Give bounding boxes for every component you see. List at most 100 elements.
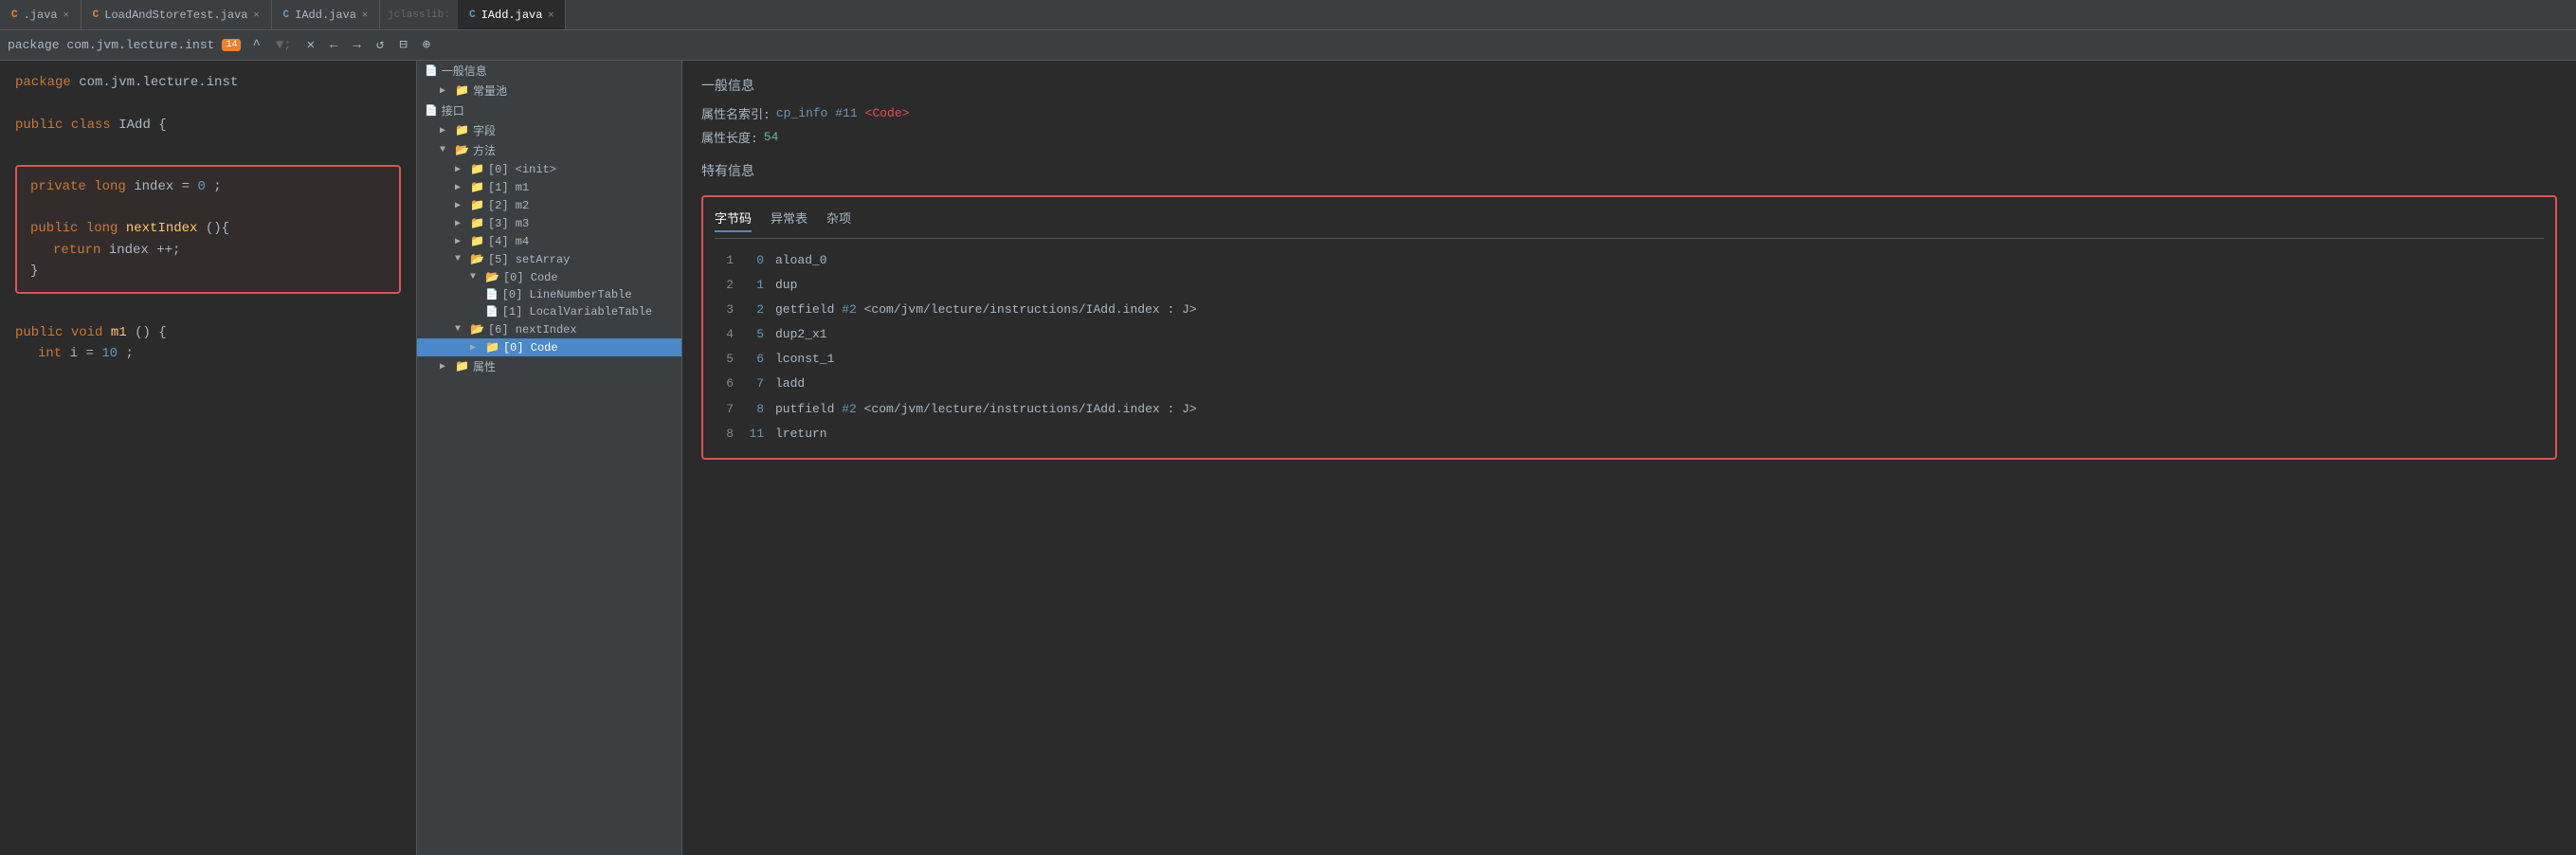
bc-instruction: getfield — [775, 300, 842, 320]
tab-loadandstore[interactable]: C LoadAndStoreTest.java ✕ — [82, 0, 272, 29]
folder-icon: 📂 — [485, 270, 499, 284]
folder-icon: 📁 — [455, 123, 469, 137]
attr-name-link[interactable]: cp_info #11 — [776, 106, 858, 120]
kw-public2: public — [30, 221, 78, 236]
tab-bytecode[interactable]: 字节码 — [715, 209, 752, 232]
tab-iadd-java[interactable]: C IAdd.java ✕ — [272, 0, 380, 29]
folder-icon: 📁 — [470, 162, 484, 176]
arrow-icon: ▼ — [455, 254, 466, 264]
code-line-class: public class IAdd { — [15, 115, 401, 136]
file-icon: 📄 — [425, 104, 438, 118]
bc-offset: 1 — [741, 275, 764, 296]
tree-item-fields[interactable]: ▶ 📁 字段 — [417, 120, 681, 140]
arrow-icon: ▶ — [455, 164, 466, 175]
arrow-up-btn[interactable]: ^ — [248, 36, 263, 55]
tree-item-m4[interactable]: ▶ 📁 [4] m4 — [417, 232, 681, 250]
attr-length-value: 54 — [764, 130, 779, 144]
folder-icon: 📁 — [470, 180, 484, 194]
tab-close[interactable]: ✕ — [63, 9, 69, 21]
tree-item-localvar[interactable]: 📄 [1] LocalVariableTable — [417, 303, 681, 320]
tab-close[interactable]: ✕ — [254, 9, 260, 21]
tab-misc[interactable]: 杂项 — [826, 209, 851, 232]
refresh-btn[interactable]: ↺ — [372, 35, 388, 55]
code-paren: (){ — [206, 221, 229, 236]
forward-btn[interactable]: → — [350, 36, 365, 55]
file-icon: 📄 — [485, 305, 499, 318]
tree-item-interface[interactable]: 📄 接口 — [417, 100, 681, 120]
tab-separator: jclasslib: — [380, 9, 458, 21]
attr-name-row: 属性名索引: cp_info #11 <Code> — [701, 104, 2557, 122]
tree-item-label: [1] m1 — [488, 181, 529, 194]
package-text: package com.jvm.lecture.inst — [8, 38, 214, 52]
var-index: index — [134, 179, 181, 194]
tree-item-m1[interactable]: ▶ 📁 [1] m1 — [417, 178, 681, 196]
tab-iadd-jclasslib[interactable]: C IAdd.java ✕ — [458, 0, 566, 29]
bc-ref[interactable]: #2 — [842, 399, 857, 420]
tree-item-m3[interactable]: ▶ 📁 [3] m3 — [417, 214, 681, 232]
tree-item-nextindex[interactable]: ▼ 📂 [6] nextIndex — [417, 320, 681, 338]
code-content: package com.jvm.lecture.inst public clas… — [0, 61, 416, 376]
code-line-package: package com.jvm.lecture.inst — [15, 72, 401, 93]
keyword-public: public — [15, 118, 63, 133]
bc-offset: 8 — [741, 399, 764, 420]
tree-item-constpool[interactable]: ▶ 📁 常量池 — [417, 81, 681, 100]
specific-info-title: 特有信息 — [701, 161, 2557, 180]
bc-ref[interactable]: #2 — [842, 300, 857, 320]
tree-item-linenumber[interactable]: 📄 [0] LineNumberTable — [417, 286, 681, 303]
close-btn[interactable]: ✕ — [303, 35, 318, 55]
tree-item-setarray-code[interactable]: ▼ 📂 [0] Code — [417, 268, 681, 286]
tree-item-label: 属性 — [473, 358, 496, 374]
bc-line-num: 4 — [715, 324, 734, 345]
code-line-method-sig: public long nextIndex (){ — [30, 218, 386, 239]
code-eq: = — [85, 346, 101, 361]
bc-row-5: 6 7 ladd — [715, 372, 2544, 396]
tree-item-init[interactable]: ▶ 📁 [0] <init> — [417, 160, 681, 178]
file-icon: 📄 — [485, 288, 499, 301]
bc-instruction: aload_0 — [775, 250, 827, 271]
tree-item-label: [0] Code — [503, 341, 558, 355]
arrow-icon: ▶ — [440, 85, 451, 97]
arrow-icon: ▶ — [440, 361, 451, 373]
bc-row-6: 7 8 putfield #2 <com/jvm/lecture/instruc… — [715, 397, 2544, 422]
bc-row-3: 4 5 dup2_x1 — [715, 322, 2544, 347]
tree-item-methods[interactable]: ▼ 📂 方法 — [417, 140, 681, 160]
back-btn[interactable]: ← — [326, 36, 341, 55]
fn-nextindex: nextIndex — [126, 221, 198, 236]
bc-row-1: 2 1 dup — [715, 273, 2544, 298]
bytecode-tabs: 字节码 异常表 杂项 — [715, 209, 2544, 239]
tree-item-attributes[interactable]: ▶ 📁 属性 — [417, 356, 681, 376]
tab-java-unnamed[interactable]: C .java ✕ — [0, 0, 82, 29]
tab-close[interactable]: ✕ — [548, 9, 553, 21]
globe-btn[interactable]: ⊕ — [419, 35, 434, 55]
tab-close[interactable]: ✕ — [362, 9, 368, 21]
code-line-field: private long index = 0 ; — [30, 176, 386, 197]
kw-void: void — [71, 325, 103, 340]
tab-bar: C .java ✕ C LoadAndStoreTest.java ✕ C IA… — [0, 0, 2576, 30]
tab-label: .java — [24, 9, 58, 22]
attr-length-label: 属性长度: — [701, 128, 758, 146]
tree-item-label: [0] Code — [503, 271, 558, 284]
bc-instruction: dup2_x1 — [775, 324, 827, 345]
class-icon: C — [469, 9, 476, 21]
keyword-class: class — [71, 118, 111, 133]
folder-icon: 📁 — [470, 216, 484, 230]
arrow-icon: ▶ — [455, 218, 466, 229]
tree-item-label: [2] m2 — [488, 199, 529, 212]
tree-item-setarray[interactable]: ▼ 📂 [5] setArray — [417, 250, 681, 268]
kw-return: return — [53, 243, 100, 258]
folder-icon: 📁 — [455, 359, 469, 373]
code-semi: ; — [213, 179, 221, 194]
arrow-icon: ▶ — [455, 200, 466, 211]
bc-line-num: 6 — [715, 373, 734, 394]
tree-item-m2[interactable]: ▶ 📁 [2] m2 — [417, 196, 681, 214]
tree-item-nextindex-code[interactable]: ▶ 📁 [0] Code — [417, 338, 681, 356]
num-10: 10 — [101, 346, 118, 361]
warning-badge: 14 — [222, 39, 241, 51]
tree-item-label: [1] LocalVariableTable — [502, 305, 652, 318]
general-info-title: 一般信息 — [701, 76, 2557, 95]
panel-btn[interactable]: ⊟ — [395, 35, 410, 55]
bc-offset: 11 — [741, 424, 764, 445]
tree-item-general[interactable]: 📄 一般信息 — [417, 61, 681, 81]
tab-exception-table[interactable]: 异常表 — [771, 209, 807, 232]
folder-icon: 📂 — [455, 143, 469, 157]
